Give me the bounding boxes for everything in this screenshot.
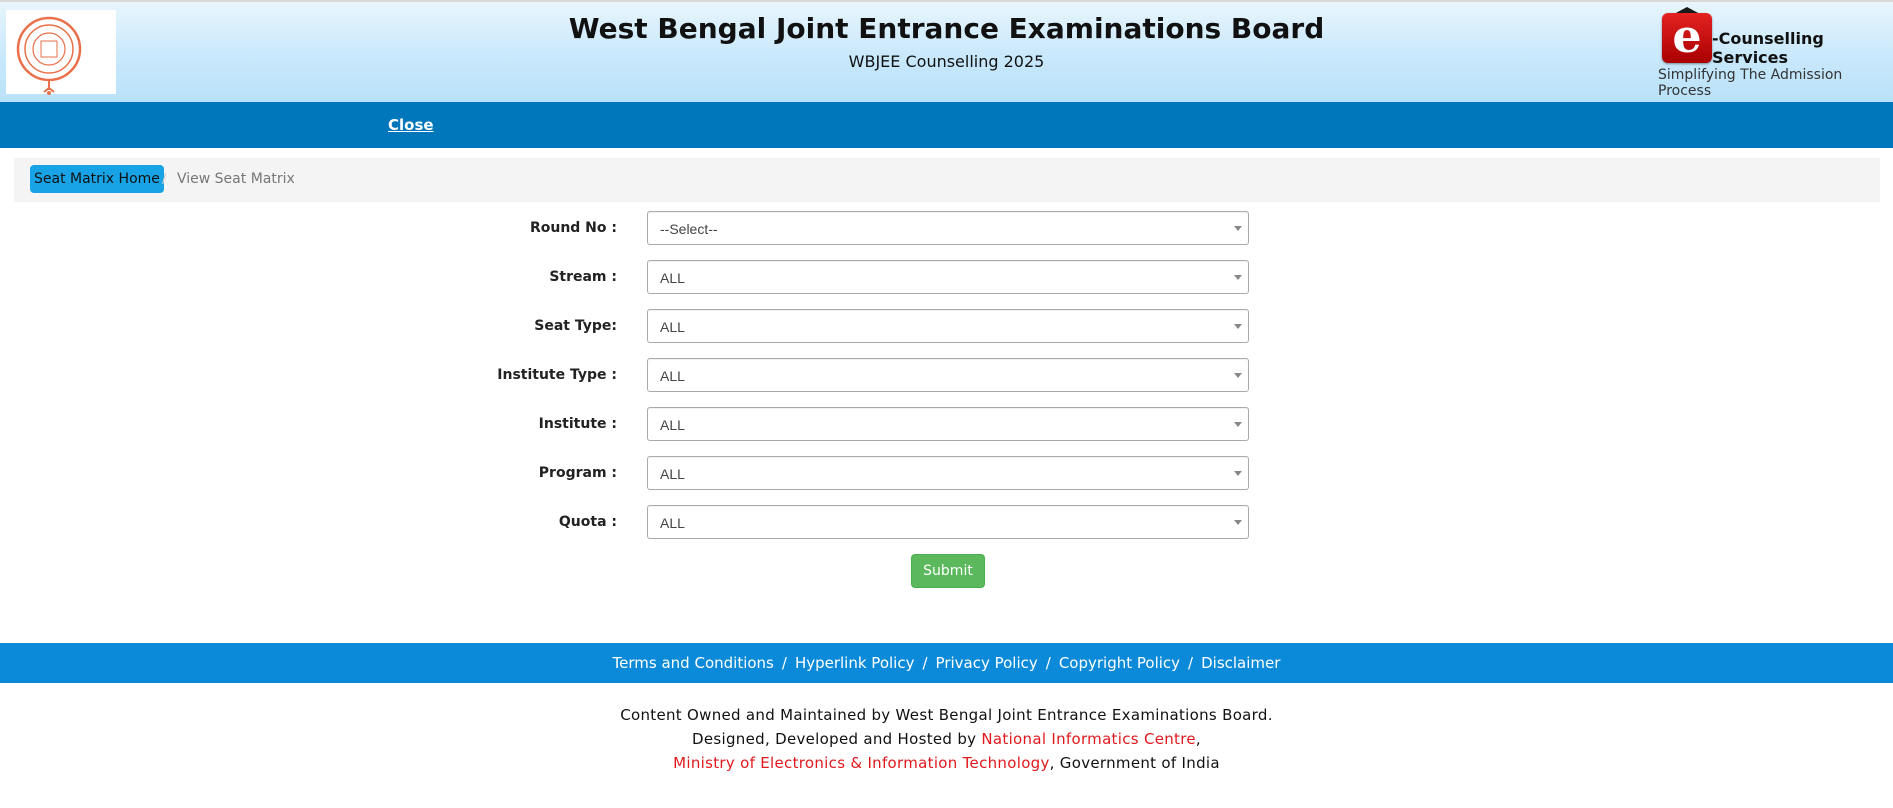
- stream-label: Stream :: [549, 269, 617, 285]
- chevron-down-icon: [1234, 422, 1242, 427]
- copyright-policy-link[interactable]: Copyright Policy: [1059, 654, 1180, 672]
- breadcrumb-seat-matrix-home[interactable]: Seat Matrix Home: [30, 165, 164, 193]
- institute-type-value: ALL: [660, 368, 685, 384]
- hyperlink-policy-link[interactable]: Hyperlink Policy: [795, 654, 915, 672]
- quota-row: Quota : ALL: [0, 505, 1893, 541]
- header-tagline: Simplifying The Admission Process: [1658, 67, 1843, 99]
- chevron-down-icon: [1234, 471, 1242, 476]
- institute-value: ALL: [660, 417, 685, 433]
- chevron-down-icon: [1234, 275, 1242, 280]
- round-no-label: Round No :: [529, 220, 617, 236]
- seat-type-row: Seat Type: ALL: [0, 309, 1893, 345]
- submit-button[interactable]: Submit: [911, 554, 985, 588]
- footer-ministry-line: Ministry of Electronics & Information Te…: [0, 754, 1893, 772]
- top-navbar: Close: [0, 102, 1893, 148]
- footer-government-text: , Government of India: [1049, 754, 1220, 772]
- disclaimer-link[interactable]: Disclaimer: [1201, 654, 1280, 672]
- institute-select[interactable]: ALL: [647, 407, 1249, 441]
- program-label: Program :: [538, 465, 617, 481]
- e-counselling-text: -Counselling Services: [1712, 29, 1824, 67]
- footer-developer-line: Designed, Developed and Hosted by Nation…: [0, 730, 1893, 748]
- round-no-select[interactable]: --Select--: [647, 211, 1249, 245]
- quota-select[interactable]: ALL: [647, 505, 1249, 539]
- close-link[interactable]: Close: [388, 116, 434, 134]
- program-value: ALL: [660, 466, 685, 482]
- footer-developer-suffix: ,: [1195, 730, 1201, 748]
- chevron-down-icon: [1234, 520, 1242, 525]
- footer-separator: /: [1188, 654, 1194, 672]
- site-header: West Bengal Joint Entrance Examinations …: [0, 0, 1893, 102]
- header-top-border: [0, 0, 1893, 2]
- privacy-policy-link[interactable]: Privacy Policy: [936, 654, 1038, 672]
- footer-owner-line: Content Owned and Maintained by West Ben…: [620, 706, 1273, 724]
- chevron-down-icon: [1234, 324, 1242, 329]
- e-letter: e: [1672, 9, 1702, 63]
- footer-separator: /: [922, 654, 928, 672]
- e-counselling-logo: e: [1662, 9, 1712, 63]
- stream-value: ALL: [660, 270, 685, 286]
- institute-type-label: Institute Type :: [497, 367, 617, 383]
- program-select[interactable]: ALL: [647, 456, 1249, 490]
- institute-type-select[interactable]: ALL: [647, 358, 1249, 392]
- footer-separator: /: [1045, 654, 1051, 672]
- nic-link[interactable]: National Informatics Centre: [981, 730, 1196, 748]
- seat-type-label: Seat Type:: [534, 318, 617, 334]
- quota-value: ALL: [660, 515, 685, 531]
- seat-type-value: ALL: [660, 319, 685, 335]
- breadcrumb-separator: /: [162, 171, 167, 188]
- breadcrumb: Seat Matrix Home / View Seat Matrix: [14, 158, 1880, 202]
- header-title: West Bengal Joint Entrance Examinations …: [568, 12, 1325, 45]
- chevron-down-icon: [1234, 373, 1242, 378]
- round-no-value: --Select--: [660, 221, 718, 237]
- footer-separator: /: [781, 654, 787, 672]
- terms-link[interactable]: Terms and Conditions: [613, 654, 774, 672]
- header-subtitle: WBJEE Counselling 2025: [848, 52, 1045, 71]
- program-row: Program : ALL: [0, 456, 1893, 492]
- meity-link[interactable]: Ministry of Electronics & Information Te…: [673, 754, 1050, 772]
- stream-select[interactable]: ALL: [647, 260, 1249, 294]
- quota-label: Quota :: [558, 514, 617, 530]
- breadcrumb-current: View Seat Matrix: [177, 171, 295, 187]
- chevron-down-icon: [1234, 226, 1242, 231]
- institute-row: Institute : ALL: [0, 407, 1893, 443]
- footer-links-bar: Terms and Conditions / Hyperlink Policy / Pr…: [0, 643, 1893, 683]
- round-no-row: Round No : --Select--: [0, 211, 1893, 247]
- institute-label: Institute :: [538, 416, 617, 432]
- seat-type-select[interactable]: ALL: [647, 309, 1249, 343]
- institute-type-row: Institute Type : ALL: [0, 358, 1893, 394]
- footer-developer-prefix: Designed, Developed and Hosted by: [692, 730, 982, 748]
- stream-row: Stream : ALL: [0, 260, 1893, 296]
